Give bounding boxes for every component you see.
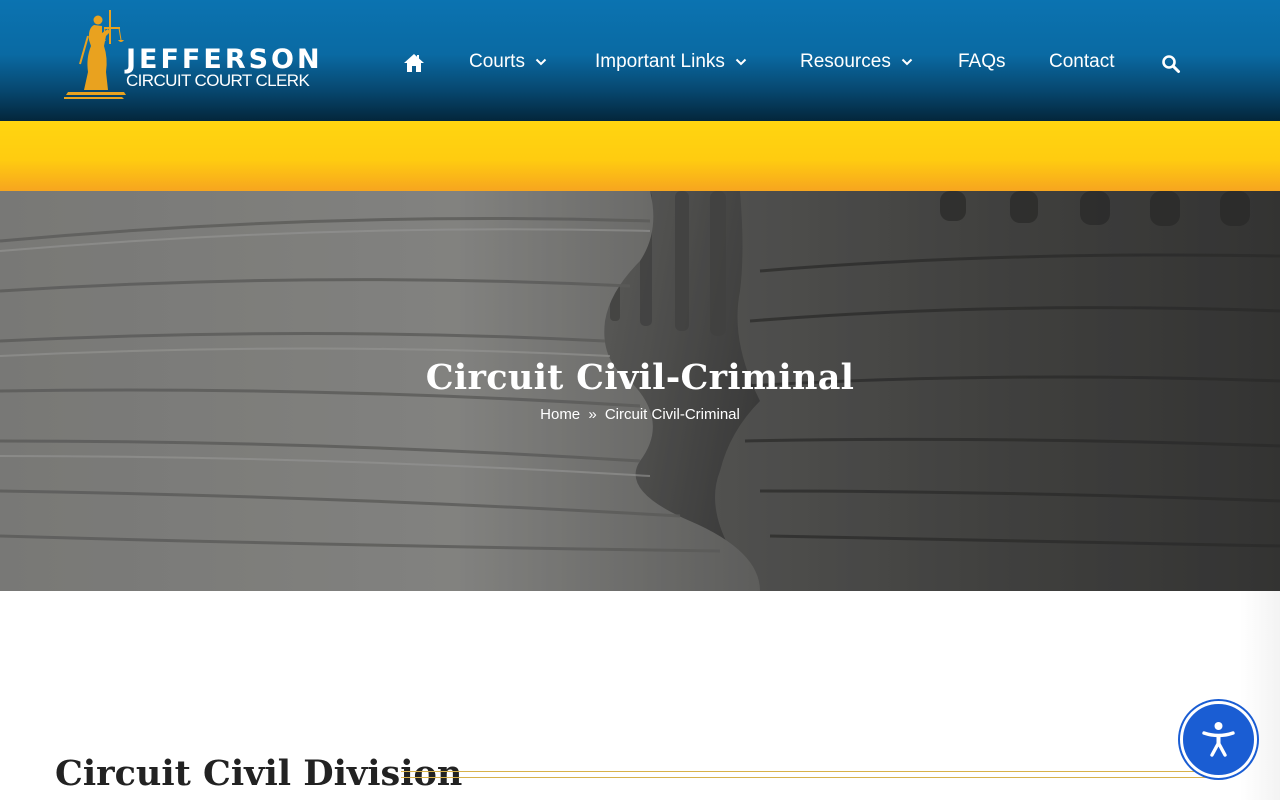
site-header: JEFFERSON CIRCUIT COURT CLERK Courts Imp… <box>0 0 1280 121</box>
nav-faqs[interactable]: FAQs <box>958 50 1006 74</box>
nav-important-links-label: Important Links <box>595 51 725 72</box>
breadcrumb: Home » Circuit Civil-Criminal <box>0 406 1280 423</box>
nav-contact-label: Contact <box>1049 51 1115 72</box>
nav-important-links[interactable]: Important Links <box>595 50 747 74</box>
chevron-down-icon <box>535 58 547 66</box>
breadcrumb-home-link[interactable]: Home <box>540 406 580 423</box>
nav-contact[interactable]: Contact <box>1049 50 1114 74</box>
accessibility-icon <box>1202 722 1235 757</box>
nav-resources-label: Resources <box>800 51 891 72</box>
hero-banner: Circuit Civil-Criminal Home » Circuit Ci… <box>0 191 1280 591</box>
home-icon[interactable] <box>403 53 425 73</box>
page-title: Circuit Civil-Criminal <box>425 357 855 398</box>
breadcrumb-separator: » <box>588 406 597 423</box>
page-edge-shade <box>1240 591 1280 800</box>
nav-courts-label: Courts <box>469 51 525 72</box>
main-nav: Courts Important Links Resources FAQs Co… <box>0 0 1280 121</box>
nav-faqs-label: FAQs <box>958 51 1006 72</box>
chevron-down-icon <box>735 58 747 66</box>
accent-band <box>0 121 1280 191</box>
search-icon[interactable] <box>1161 54 1181 74</box>
chevron-down-icon <box>901 58 913 66</box>
breadcrumb-current: Circuit Civil-Criminal <box>604 406 740 423</box>
section-divider <box>401 771 1227 778</box>
nav-resources[interactable]: Resources <box>800 50 913 74</box>
nav-courts[interactable]: Courts <box>469 50 547 74</box>
accessibility-button[interactable] <box>1180 701 1257 778</box>
